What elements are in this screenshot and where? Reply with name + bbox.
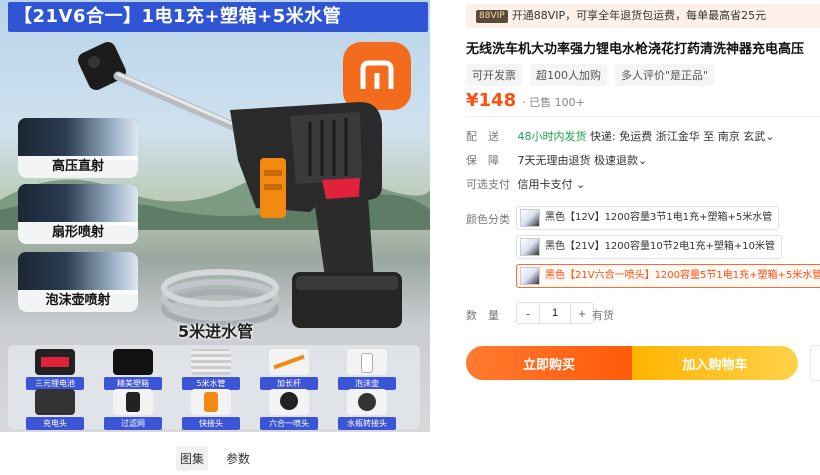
shipping-time: 48小时内发货: [517, 130, 587, 143]
buy-now-button[interactable]: 立即购买: [466, 346, 632, 380]
accessory-item: 精美塑箱: [104, 349, 162, 390]
accessory-item: 快接头: [182, 389, 240, 430]
quantity-label: 数 量: [466, 309, 499, 322]
variant-label: 黑色【12V】1200容量3节1电1充+塑箱+5米水管: [545, 212, 773, 223]
color-option-selected[interactable]: 黑色【21V六合一喷头】1200容量5节1电1充+塑箱+5米水管: [516, 264, 820, 288]
accessory-item: 六合一喷头: [260, 389, 318, 430]
color-option[interactable]: 黑色【12V】1200容量3节1电1充+塑箱+5米水管: [516, 206, 780, 230]
spray-gun-image: [78, 42, 402, 328]
accessory-item: 充电头: [26, 389, 84, 430]
vip-promo-bar[interactable]: 88VIP 开通88VIP，可享全年退货包运费，每单最高省25元: [466, 4, 820, 28]
color-option[interactable]: 黑色【21V】1200容量10节2电1充+塑箱+10米管: [516, 235, 782, 259]
battery-icon: [35, 349, 75, 375]
sold-count: · 已售 100+: [522, 96, 585, 109]
foam-bottle-icon: [347, 349, 387, 375]
add-to-cart-button[interactable]: 加入购物车: [632, 346, 798, 380]
quantity-increase-button[interactable]: +: [571, 303, 593, 323]
divider: [466, 116, 820, 117]
color-label-row: 颜色分类: [466, 211, 514, 227]
quantity-stepper: - +: [516, 302, 594, 324]
accessory-item: 水瓶转接头: [338, 389, 396, 430]
vip-badge: 88VIP: [476, 10, 508, 23]
payment-row: 可选支付 信用卡支付 ⌄: [466, 176, 585, 192]
variant-thumbnail: [520, 238, 540, 256]
payment-label: 可选支付: [466, 178, 510, 191]
product-info: 88VIP 开通88VIP，可享全年退货包运费，每单最高省25元 无线洗车机大功率…: [466, 0, 820, 475]
product-title: 无线洗车机大功率强力锂电水枪浇花打药清洗神器充电高压: [466, 42, 805, 57]
tag-cart-count: 超100人加购: [530, 64, 607, 86]
quantity-label-row: 数 量: [466, 307, 514, 323]
tag-invoice: 可开发票: [466, 64, 522, 86]
delivery-detail[interactable]: 快递: 免运费 浙江金华 至 南京 玄武⌄: [590, 130, 774, 143]
guarantee-detail[interactable]: 7天无理由退货 极速退款⌄: [518, 154, 648, 167]
accessory-label: 水瓶转接头: [338, 417, 396, 430]
variant-label: 黑色【21V六合一喷头】1200容量5节1电1充+塑箱+5米水管: [545, 270, 820, 281]
hose-label: 5米进水管: [178, 322, 254, 341]
extension-rod-icon: [269, 349, 309, 375]
guarantee-row: 保 障 7天无理由退货 极速退款⌄: [466, 152, 647, 168]
accessory-item: 泡沫壶: [338, 349, 396, 390]
side-panel-edge: [810, 345, 820, 381]
accessory-label: 充电头: [26, 417, 84, 430]
filter-icon: [113, 389, 153, 415]
delivery-row: 配 送 48小时内发货 快递: 免运费 浙江金华 至 南京 玄武⌄: [466, 128, 774, 144]
color-label: 颜色分类: [466, 213, 510, 226]
tab-params[interactable]: 参数: [222, 446, 254, 471]
charger-icon: [35, 389, 75, 415]
price-row: ¥148 · 已售 100+: [466, 90, 585, 111]
bottle-adapter-icon: [347, 389, 387, 415]
vip-text: 开通88VIP，可享全年退货包运费，每单最高省25元: [511, 9, 767, 22]
tab-gallery[interactable]: 图集: [176, 446, 209, 471]
accessory-item: 过滤网: [104, 389, 162, 430]
accessories-panel: 三元锂电池 精美塑箱 5米水管 加长杆 泡沫壶 充电头 过滤网 快接头 六合一喷…: [8, 345, 420, 430]
guarantee-label: 保 障: [466, 154, 499, 167]
quantity-decrease-button[interactable]: -: [517, 303, 539, 323]
tag-review[interactable]: 多人评价"是正品": [615, 64, 715, 86]
gallery-tabs: 图集 参数: [176, 446, 254, 471]
nozzle-icon: [269, 389, 309, 415]
product-banner: 【21V6合一】1电1充+塑箱+5米水管: [8, 2, 428, 32]
accessory-item: 5米水管: [182, 349, 240, 390]
product-image-gallery[interactable]: 【21V6合一】1电1充+塑箱+5米水管 高压直射 扇形喷射 泡沫壶喷射 5米进…: [0, 0, 430, 432]
stock-status: 有货: [592, 309, 614, 322]
accessory-label: 快接头: [182, 417, 240, 430]
quantity-input[interactable]: [539, 303, 571, 323]
variant-thumbnail: [520, 267, 540, 285]
delivery-label: 配 送: [466, 130, 499, 143]
payment-detail[interactable]: 信用卡支付 ⌄: [518, 178, 586, 191]
accessory-item: 三元锂电池: [26, 349, 84, 390]
quick-connector-icon: [191, 389, 231, 415]
product-tags: 可开发票 超100人加购 多人评价"是正品": [466, 64, 715, 86]
hose-icon: [191, 349, 231, 375]
price: ¥148: [466, 90, 517, 111]
variant-label: 黑色【21V】1200容量10节2电1充+塑箱+10米管: [545, 241, 775, 252]
accessory-item: 加长杆: [260, 349, 318, 390]
case-icon: [113, 349, 153, 375]
variant-thumbnail: [520, 209, 540, 227]
accessory-label: 过滤网: [104, 417, 162, 430]
accessory-label: 六合一喷头: [260, 417, 318, 430]
